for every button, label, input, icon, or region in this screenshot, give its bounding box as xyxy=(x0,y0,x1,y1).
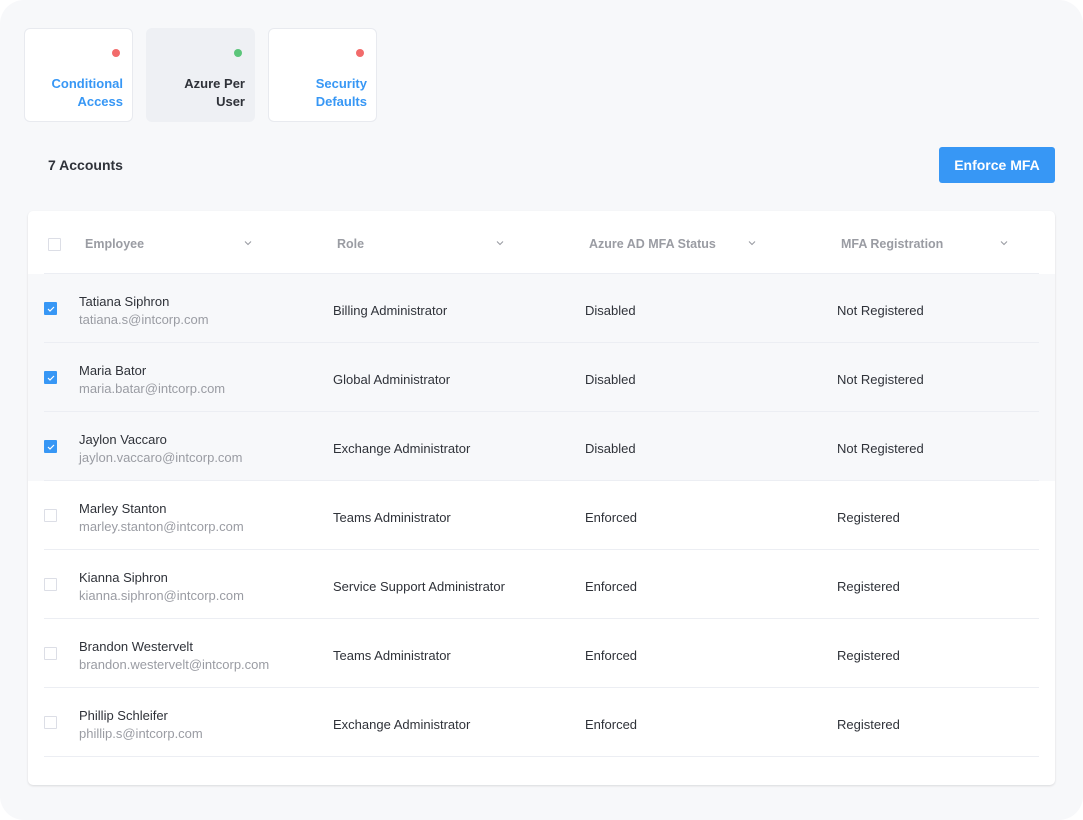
mfa-status-cell: Disabled xyxy=(585,372,636,387)
employee-email: maria.batar@intcorp.com xyxy=(79,381,226,396)
chevron-down-icon[interactable] xyxy=(243,238,253,248)
mfa-status-cell: Enforced xyxy=(585,579,638,594)
employee-name: Tatiana Siphron xyxy=(79,294,170,309)
employee-name: Phillip Schleifer xyxy=(79,708,168,723)
checkmark-icon xyxy=(47,375,55,381)
row-checkbox[interactable] xyxy=(44,509,57,522)
employee-email: phillip.s@intcorp.com xyxy=(79,726,203,741)
tab-conditional-access[interactable]: Conditional Access xyxy=(24,28,133,122)
mfa-status-cell: Disabled xyxy=(585,303,636,318)
accounts-count: 7 Accounts xyxy=(48,157,123,173)
role-cell: Service Support Administrator xyxy=(333,579,505,594)
row-divider xyxy=(44,756,1039,757)
mfa-registration-cell: Registered xyxy=(837,510,900,525)
tab-label: Conditional Access xyxy=(51,76,124,109)
mfa-registration-cell: Registered xyxy=(837,717,900,732)
row-checkbox[interactable] xyxy=(44,647,57,660)
table-body: Tatiana Siphron tatiana.s@intcorp.com Bi… xyxy=(28,274,1055,757)
mfa-registration-cell: Not Registered xyxy=(837,303,924,318)
table-row[interactable]: Phillip Schleifer phillip.s@intcorp.com … xyxy=(28,688,1055,757)
chevron-down-icon[interactable] xyxy=(999,238,1009,248)
row-checkbox[interactable] xyxy=(44,716,57,729)
mfa-status-cell: Disabled xyxy=(585,441,636,456)
table-header: Employee Role Azure AD MFA Status MFA Re… xyxy=(44,211,1039,274)
status-dot-icon xyxy=(112,49,120,57)
column-header-mfa-status[interactable]: Azure AD MFA Status xyxy=(589,237,716,251)
row-checkbox[interactable] xyxy=(44,302,57,315)
checkmark-icon xyxy=(47,306,55,312)
employee-name: Jaylon Vaccaro xyxy=(79,432,167,447)
employee-name: Maria Bator xyxy=(79,363,147,378)
status-dot-icon xyxy=(356,49,364,57)
mfa-status-cell: Enforced xyxy=(585,717,638,732)
row-checkbox[interactable] xyxy=(44,578,57,591)
column-header-mfa-registration[interactable]: MFA Registration xyxy=(841,237,943,251)
checkmark-icon xyxy=(47,444,55,450)
enforce-mfa-button[interactable]: Enforce MFA xyxy=(939,147,1055,183)
employee-email: marley.stanton@intcorp.com xyxy=(79,519,244,534)
mfa-registration-cell: Not Registered xyxy=(837,372,924,387)
tab-label: Azure Per User xyxy=(184,76,245,109)
mfa-status-cell: Enforced xyxy=(585,510,638,525)
employee-email: kianna.siphron@intcorp.com xyxy=(79,588,244,603)
employee-email: brandon.westervelt@intcorp.com xyxy=(79,657,270,672)
employee-name: Marley Stanton xyxy=(79,501,167,516)
select-all-checkbox[interactable] xyxy=(48,238,61,251)
role-cell: Exchange Administrator xyxy=(333,717,471,732)
accounts-table: Employee Role Azure AD MFA Status MFA Re… xyxy=(28,211,1055,785)
mfa-registration-cell: Registered xyxy=(837,579,900,594)
employee-name: Kianna Siphron xyxy=(79,570,168,585)
table-row[interactable]: Tatiana Siphron tatiana.s@intcorp.com Bi… xyxy=(28,274,1055,343)
table-row[interactable]: Marley Stanton marley.stanton@intcorp.co… xyxy=(28,481,1055,550)
table-row[interactable]: Jaylon Vaccaro jaylon.vaccaro@intcorp.co… xyxy=(28,412,1055,481)
page-background: Conditional Access Azure Per User Security… xyxy=(0,0,1083,820)
row-checkbox[interactable] xyxy=(44,371,57,384)
chevron-down-icon[interactable] xyxy=(747,238,757,248)
column-header-role[interactable]: Role xyxy=(337,237,364,251)
table-row[interactable]: Maria Bator maria.batar@intcorp.com Glob… xyxy=(28,343,1055,412)
role-cell: Teams Administrator xyxy=(333,510,451,525)
table-row[interactable]: Brandon Westervelt brandon.westervelt@in… xyxy=(28,619,1055,688)
employee-email: tatiana.s@intcorp.com xyxy=(79,312,209,327)
role-cell: Teams Administrator xyxy=(333,648,451,663)
mfa-registration-cell: Registered xyxy=(837,648,900,663)
role-cell: Global Administrator xyxy=(333,372,451,387)
column-header-employee[interactable]: Employee xyxy=(85,237,144,251)
tab-label: Security Defaults xyxy=(315,76,367,109)
chevron-down-icon[interactable] xyxy=(495,238,505,248)
tab-azure-per-user[interactable]: Azure Per User xyxy=(146,28,255,122)
mfa-method-tabs: Conditional Access Azure Per User Security… xyxy=(24,28,377,122)
mfa-registration-cell: Not Registered xyxy=(837,441,924,456)
employee-name: Brandon Westervelt xyxy=(79,639,193,654)
employee-email: jaylon.vaccaro@intcorp.com xyxy=(79,450,243,465)
role-cell: Billing Administrator xyxy=(333,303,448,318)
row-checkbox[interactable] xyxy=(44,440,57,453)
table-row[interactable]: Kianna Siphron kianna.siphron@intcorp.co… xyxy=(28,550,1055,619)
status-dot-icon xyxy=(234,49,242,57)
mfa-status-cell: Enforced xyxy=(585,648,638,663)
tab-security-defaults[interactable]: Security Defaults xyxy=(268,28,377,122)
role-cell: Exchange Administrator xyxy=(333,441,471,456)
